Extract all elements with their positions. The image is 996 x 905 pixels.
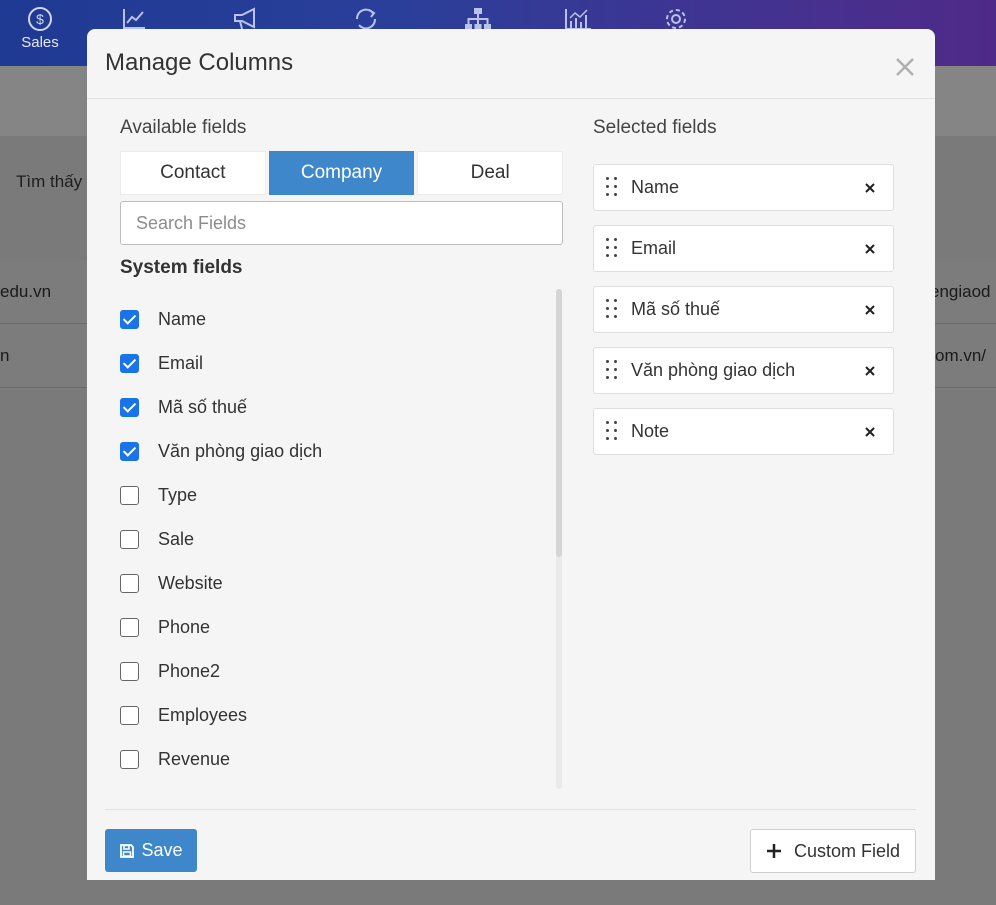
checkbox[interactable] xyxy=(120,485,139,505)
manage-columns-modal: Manage Columns Available fields Contact … xyxy=(87,29,935,880)
system-fields-heading: System fields xyxy=(120,257,243,278)
field-row-tax-code[interactable]: Mã số thuế xyxy=(120,395,247,419)
selected-item[interactable]: Note xyxy=(593,408,894,455)
close-button[interactable] xyxy=(893,55,917,79)
drag-handle-icon[interactable] xyxy=(606,237,618,260)
drag-handle-icon[interactable] xyxy=(606,176,618,199)
field-row-sale[interactable]: Sale xyxy=(120,527,194,551)
save-button[interactable]: Save xyxy=(105,829,197,872)
checkbox[interactable] xyxy=(120,749,139,769)
field-list-scrollbar[interactable] xyxy=(556,289,562,789)
remove-icon[interactable] xyxy=(863,364,877,378)
tab-company[interactable]: Company xyxy=(268,151,415,195)
table-cell: n xyxy=(0,346,10,365)
available-fields-panel: Available fields Contact Company Deal Sy… xyxy=(120,117,564,789)
selected-item[interactable]: Văn phòng giao dịch xyxy=(593,347,894,394)
remove-icon[interactable] xyxy=(863,181,877,195)
selected-fields-panel: Selected fields Name Email Mã số thuế Vă… xyxy=(593,117,894,455)
field-label: Website xyxy=(158,572,223,593)
field-row-employees[interactable]: Employees xyxy=(120,703,247,727)
selected-item-label: Note xyxy=(631,421,670,441)
results-count-text: Tìm thấy xyxy=(16,172,83,191)
floppy-disk-icon xyxy=(120,843,135,858)
selected-item-label: Mã số thuế xyxy=(631,299,721,319)
field-label: Type xyxy=(158,484,198,505)
table-cell: om.vn/ xyxy=(935,346,987,365)
field-row-website[interactable]: Website xyxy=(120,571,223,595)
drag-handle-icon[interactable] xyxy=(606,359,618,382)
drag-handle-icon[interactable] xyxy=(606,298,618,321)
checkbox[interactable] xyxy=(120,705,139,725)
custom-field-button[interactable]: Custom Field xyxy=(750,829,916,873)
tab-deal[interactable]: Deal xyxy=(417,151,564,195)
nav-sales[interactable]: $ Sales xyxy=(20,4,60,60)
field-label: Mã số thuế xyxy=(158,396,248,417)
scrollbar-thumb[interactable] xyxy=(556,289,562,557)
field-row-phone2[interactable]: Phone2 xyxy=(120,659,220,683)
field-row-email[interactable]: Email xyxy=(120,351,203,375)
checkbox[interactable] xyxy=(120,661,139,681)
remove-icon[interactable] xyxy=(863,303,877,317)
search-fields-input[interactable] xyxy=(120,201,563,245)
save-button-label: Save xyxy=(141,840,183,860)
remove-icon[interactable] xyxy=(863,425,877,439)
selected-item[interactable]: Mã số thuế xyxy=(593,286,894,333)
close-icon xyxy=(896,58,914,76)
checkbox[interactable] xyxy=(120,441,139,461)
selected-item[interactable]: Name xyxy=(593,164,894,211)
drag-handle-icon[interactable] xyxy=(606,420,618,443)
dollar-circle-icon: $ xyxy=(28,7,52,31)
tab-contact[interactable]: Contact xyxy=(120,151,266,195)
field-label: Văn phòng giao dịch xyxy=(158,440,323,461)
field-row-office[interactable]: Văn phòng giao dịch xyxy=(120,439,322,463)
selected-item-label: Email xyxy=(631,238,677,258)
plus-icon xyxy=(766,844,781,858)
checkbox[interactable] xyxy=(120,353,139,373)
field-label: Email xyxy=(158,352,204,373)
field-label: Employees xyxy=(158,704,248,725)
modal-title: Manage Columns xyxy=(105,49,294,76)
modal-header: Manage Columns xyxy=(87,29,935,99)
nav-sales-label: Sales xyxy=(21,34,59,51)
checkbox[interactable] xyxy=(120,309,139,329)
table-cell: edu.vn xyxy=(0,282,52,301)
field-row-phone[interactable]: Phone xyxy=(120,615,210,639)
entity-tabs: Contact Company Deal xyxy=(120,151,564,195)
available-fields-label: Available fields xyxy=(120,117,247,138)
field-row-type[interactable]: Type xyxy=(120,483,197,507)
footer-divider xyxy=(105,809,916,810)
field-label: Name xyxy=(158,308,207,329)
selected-item-label: Name xyxy=(631,177,680,197)
checkbox[interactable] xyxy=(120,397,139,417)
field-label: Sale xyxy=(158,528,195,549)
field-row-name[interactable]: Name xyxy=(120,307,206,331)
field-row-revenue[interactable]: Revenue xyxy=(120,747,230,771)
field-label: Revenue xyxy=(158,748,231,769)
field-list: Name Email Mã số thuế Văn phòng giao dịc… xyxy=(120,297,563,817)
checkbox[interactable] xyxy=(120,529,139,549)
checkbox[interactable] xyxy=(120,573,139,593)
custom-field-button-label: Custom Field xyxy=(793,840,901,861)
selected-item[interactable]: Email xyxy=(593,225,894,272)
checkbox[interactable] xyxy=(120,617,139,637)
field-label: Phone2 xyxy=(158,660,221,681)
svg-text:$: $ xyxy=(36,11,44,27)
field-label: Phone xyxy=(158,616,211,637)
remove-icon[interactable] xyxy=(863,242,877,256)
selected-item-label: Văn phòng giao dịch xyxy=(631,360,796,380)
selected-fields-label: Selected fields xyxy=(593,117,717,138)
table-cell: engiaod xyxy=(930,282,991,301)
